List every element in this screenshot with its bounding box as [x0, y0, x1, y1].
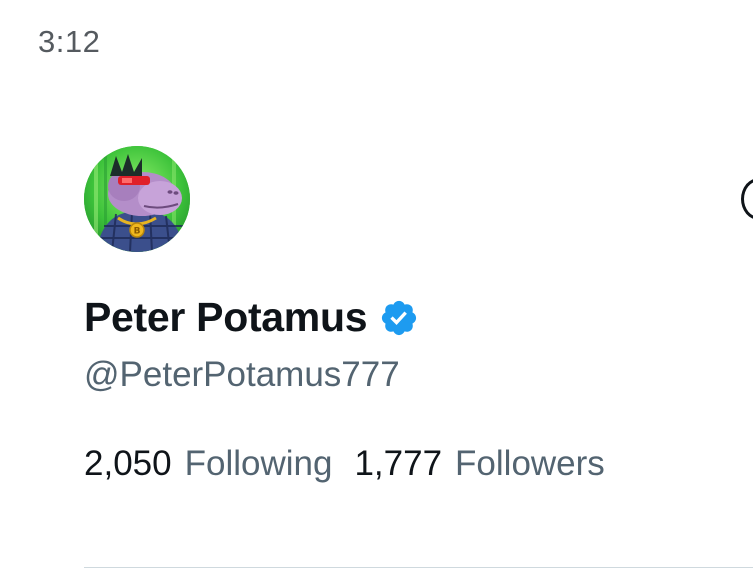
profile-name-row: Peter Potamus: [84, 294, 419, 341]
profile-handle: @PeterPotamus777: [84, 355, 400, 394]
following-label: Following: [184, 444, 333, 483]
section-divider: [84, 567, 753, 568]
status-bar-time: 3:12: [38, 24, 101, 59]
profile-avatar[interactable]: B: [84, 146, 190, 252]
followers-stat[interactable]: 1,777 Followers: [354, 444, 604, 484]
followers-label: Followers: [455, 444, 605, 483]
verified-badge-icon[interactable]: [379, 298, 419, 338]
hippo-avatar-icon: B: [84, 146, 190, 252]
followers-count: 1,777: [354, 444, 443, 483]
profile-stats: 2,050 Following 1,777 Followers: [84, 444, 627, 484]
profile-display-name: Peter Potamus: [84, 294, 368, 340]
svg-text:B: B: [134, 227, 141, 237]
header-action-icon[interactable]: [741, 178, 753, 220]
following-count: 2,050: [84, 444, 172, 483]
following-stat[interactable]: 2,050 Following: [84, 444, 332, 484]
